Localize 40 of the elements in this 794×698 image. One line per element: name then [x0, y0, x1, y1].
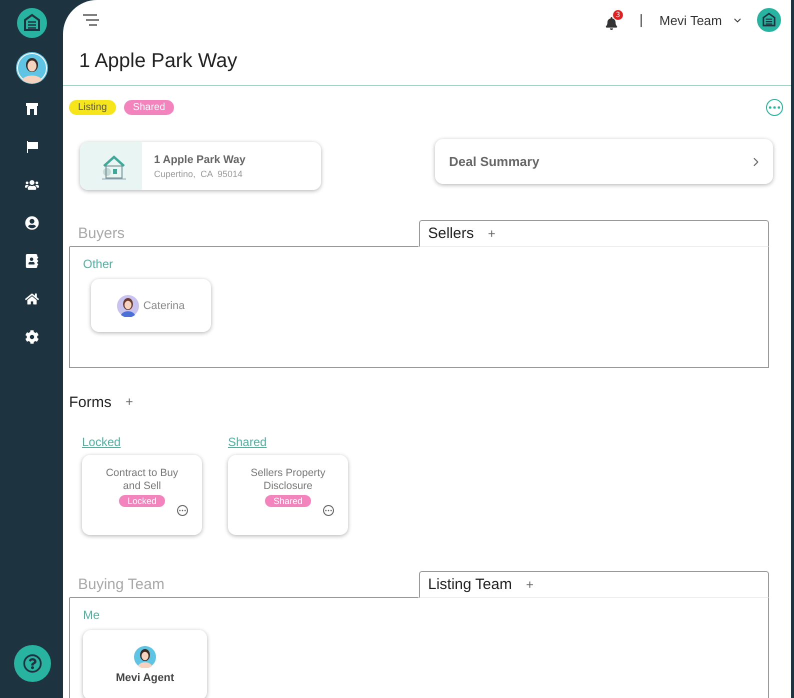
- menu-icon[interactable]: [83, 14, 99, 26]
- add-button[interactable]: +: [488, 226, 496, 241]
- help-button[interactable]: [14, 645, 51, 682]
- tab[interactable]: Sellers +: [419, 220, 769, 247]
- form-title: Sellers Property Disclosure: [250, 467, 326, 493]
- more-icon[interactable]: [177, 505, 188, 516]
- property-card[interactable]: 1 Apple Park Way Cupertino, CA 95014: [80, 142, 321, 190]
- avatar: [117, 294, 140, 316]
- logo-icon[interactable]: [757, 8, 781, 32]
- house-icon: [80, 142, 142, 190]
- team-name[interactable]: Mevi Team: [659, 12, 722, 28]
- tab[interactable]: Listing Team +: [419, 571, 769, 598]
- more-icon[interactable]: [323, 505, 334, 516]
- help-icon: [23, 654, 42, 673]
- agent-name: Mevi Agent: [116, 672, 174, 684]
- avatar: [134, 646, 156, 668]
- add-button[interactable]: +: [526, 577, 534, 592]
- tag: Listing: [69, 100, 116, 115]
- separator: |: [638, 12, 644, 28]
- tag: Shared: [124, 100, 174, 115]
- avatar[interactable]: [16, 52, 48, 84]
- form-card[interactable]: Contract to Buy and Sell Locked: [82, 455, 202, 535]
- agent-card[interactable]: Mevi Agent: [83, 630, 207, 698]
- contact-name: Caterina: [143, 300, 185, 312]
- form-card[interactable]: Sellers Property Disclosure Shared: [228, 455, 348, 535]
- tab-label[interactable]: Listing Team: [428, 576, 512, 593]
- form-title: Contract to Buy and Sell: [104, 467, 180, 493]
- tab-label[interactable]: Sellers: [428, 225, 474, 242]
- contact-card[interactable]: Caterina: [91, 279, 211, 332]
- page-title: 1 Apple Park Way: [78, 49, 238, 74]
- property-name: 1 Apple Park Way: [154, 154, 246, 166]
- group-label: Other: [83, 257, 114, 271]
- property-address: Cupertino, CA 95014: [154, 168, 244, 178]
- status-tag: Locked: [119, 495, 165, 507]
- more-icon[interactable]: [766, 99, 783, 116]
- group-label: Me: [83, 608, 101, 622]
- deal-summary-button[interactable]: Deal Summary: [435, 139, 773, 184]
- add-button[interactable]: +: [126, 394, 134, 409]
- status-tag: Shared: [265, 495, 311, 507]
- section-title: Forms: [69, 394, 112, 411]
